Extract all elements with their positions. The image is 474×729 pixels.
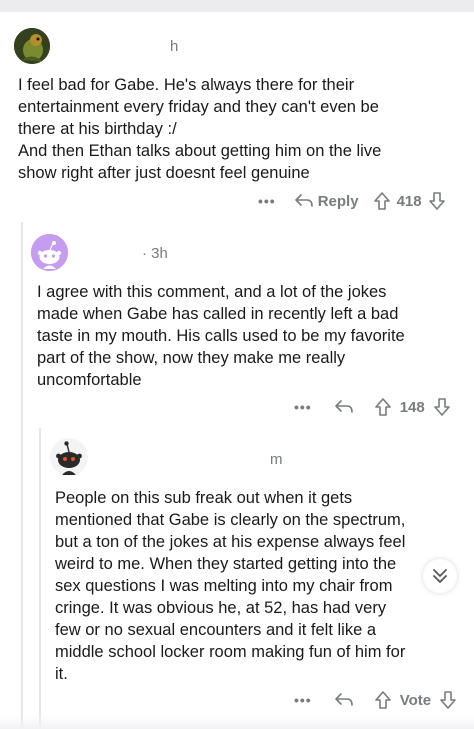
reply-arrow-icon (334, 693, 353, 706)
collapse-thread-button[interactable] (423, 559, 457, 593)
comment-line: there at his birthday :/ (18, 120, 177, 138)
upvote-button[interactable] (374, 690, 392, 710)
comment-line: sex questions I was melting into my chai… (55, 577, 393, 595)
comment-time: m (270, 451, 283, 468)
comment-line: made when Gabe has called in recently le… (37, 305, 399, 323)
comment-line: it. (55, 665, 68, 683)
snoo-avatar-icon (31, 234, 68, 271)
thread-line[interactable] (39, 428, 41, 729)
comment-username[interactable]: h (170, 38, 178, 55)
comment-line: I feel bad for Gabe. He's always there f… (18, 76, 355, 94)
reply-arrow-icon (334, 400, 353, 413)
chevron-double-down-icon (433, 569, 447, 583)
comment-line: weird to me. When they started getting i… (55, 555, 397, 573)
reply-label: Reply (317, 192, 359, 210)
downvote-arrow-icon (440, 691, 456, 709)
downvote-button[interactable] (428, 191, 446, 211)
more-dots-icon[interactable]: ••• (258, 193, 276, 209)
upvote-arrow-icon (374, 398, 391, 416)
comment-line: And then Ethan talks about getting him o… (18, 142, 382, 160)
reply-button[interactable] (334, 691, 354, 709)
more-dots-icon[interactable]: ••• (294, 692, 312, 708)
comment-body: I agree with this comment, and a lot of … (37, 281, 469, 391)
comment-line: middle school locker room making fun of … (55, 643, 406, 661)
reply-button[interactable] (334, 398, 354, 416)
snoo-avatar-icon (50, 438, 88, 476)
downvote-arrow-icon (428, 192, 445, 210)
avatar-image (14, 28, 50, 64)
thread-line[interactable] (21, 222, 23, 729)
avatar[interactable] (50, 438, 88, 476)
comment-actions: ••• 148 (294, 395, 451, 419)
comment-line: mentioned that Gabe is clearly on the sp… (55, 511, 406, 529)
comment-line: uncomfortable (37, 371, 142, 389)
bottom-edge (0, 715, 474, 729)
comment-line: People on this sub freak out when it get… (55, 489, 353, 507)
comment-body: I feel bad for Gabe. He's always there f… (18, 74, 468, 184)
reply-arrow-icon (294, 194, 313, 207)
comment-body: People on this sub freak out when it get… (55, 487, 469, 685)
reply-button[interactable]: Reply (294, 192, 359, 210)
comment-line: but a ton of the jokes at his expense al… (55, 533, 406, 551)
comment-line: show right after just doesnt feel genuin… (18, 164, 310, 182)
vote-count: 418 (396, 192, 422, 210)
comment-actions: ••• Reply 418 (258, 189, 446, 213)
top-bar (0, 0, 474, 12)
comment-time: · 3h (142, 245, 168, 262)
avatar[interactable] (14, 28, 50, 64)
upvote-button[interactable] (374, 397, 392, 417)
upvote-arrow-icon (374, 691, 391, 709)
upvote-button[interactable] (373, 191, 391, 211)
downvote-button[interactable] (439, 690, 457, 710)
comment-line: part of the show, now they make me reall… (37, 349, 346, 367)
vote-count: 148 (399, 398, 425, 416)
comment-line: entertainment every friday and they can'… (18, 98, 379, 116)
comment-line: few or no sexual encounters and it felt … (55, 621, 377, 639)
comment-line: taste in my mouth. His calls used to be … (37, 327, 405, 345)
downvote-arrow-icon (433, 398, 450, 416)
upvote-arrow-icon (373, 192, 390, 210)
vote-label: Vote (399, 691, 432, 709)
comment-line: I agree with this comment, and a lot of … (37, 283, 387, 301)
comment-line: cringe. It was obvious he, at 52, has ha… (55, 599, 387, 617)
avatar[interactable] (31, 234, 68, 271)
comment-actions: ••• Vote (294, 688, 457, 712)
more-dots-icon[interactable]: ••• (294, 399, 312, 415)
downvote-button[interactable] (433, 397, 451, 417)
